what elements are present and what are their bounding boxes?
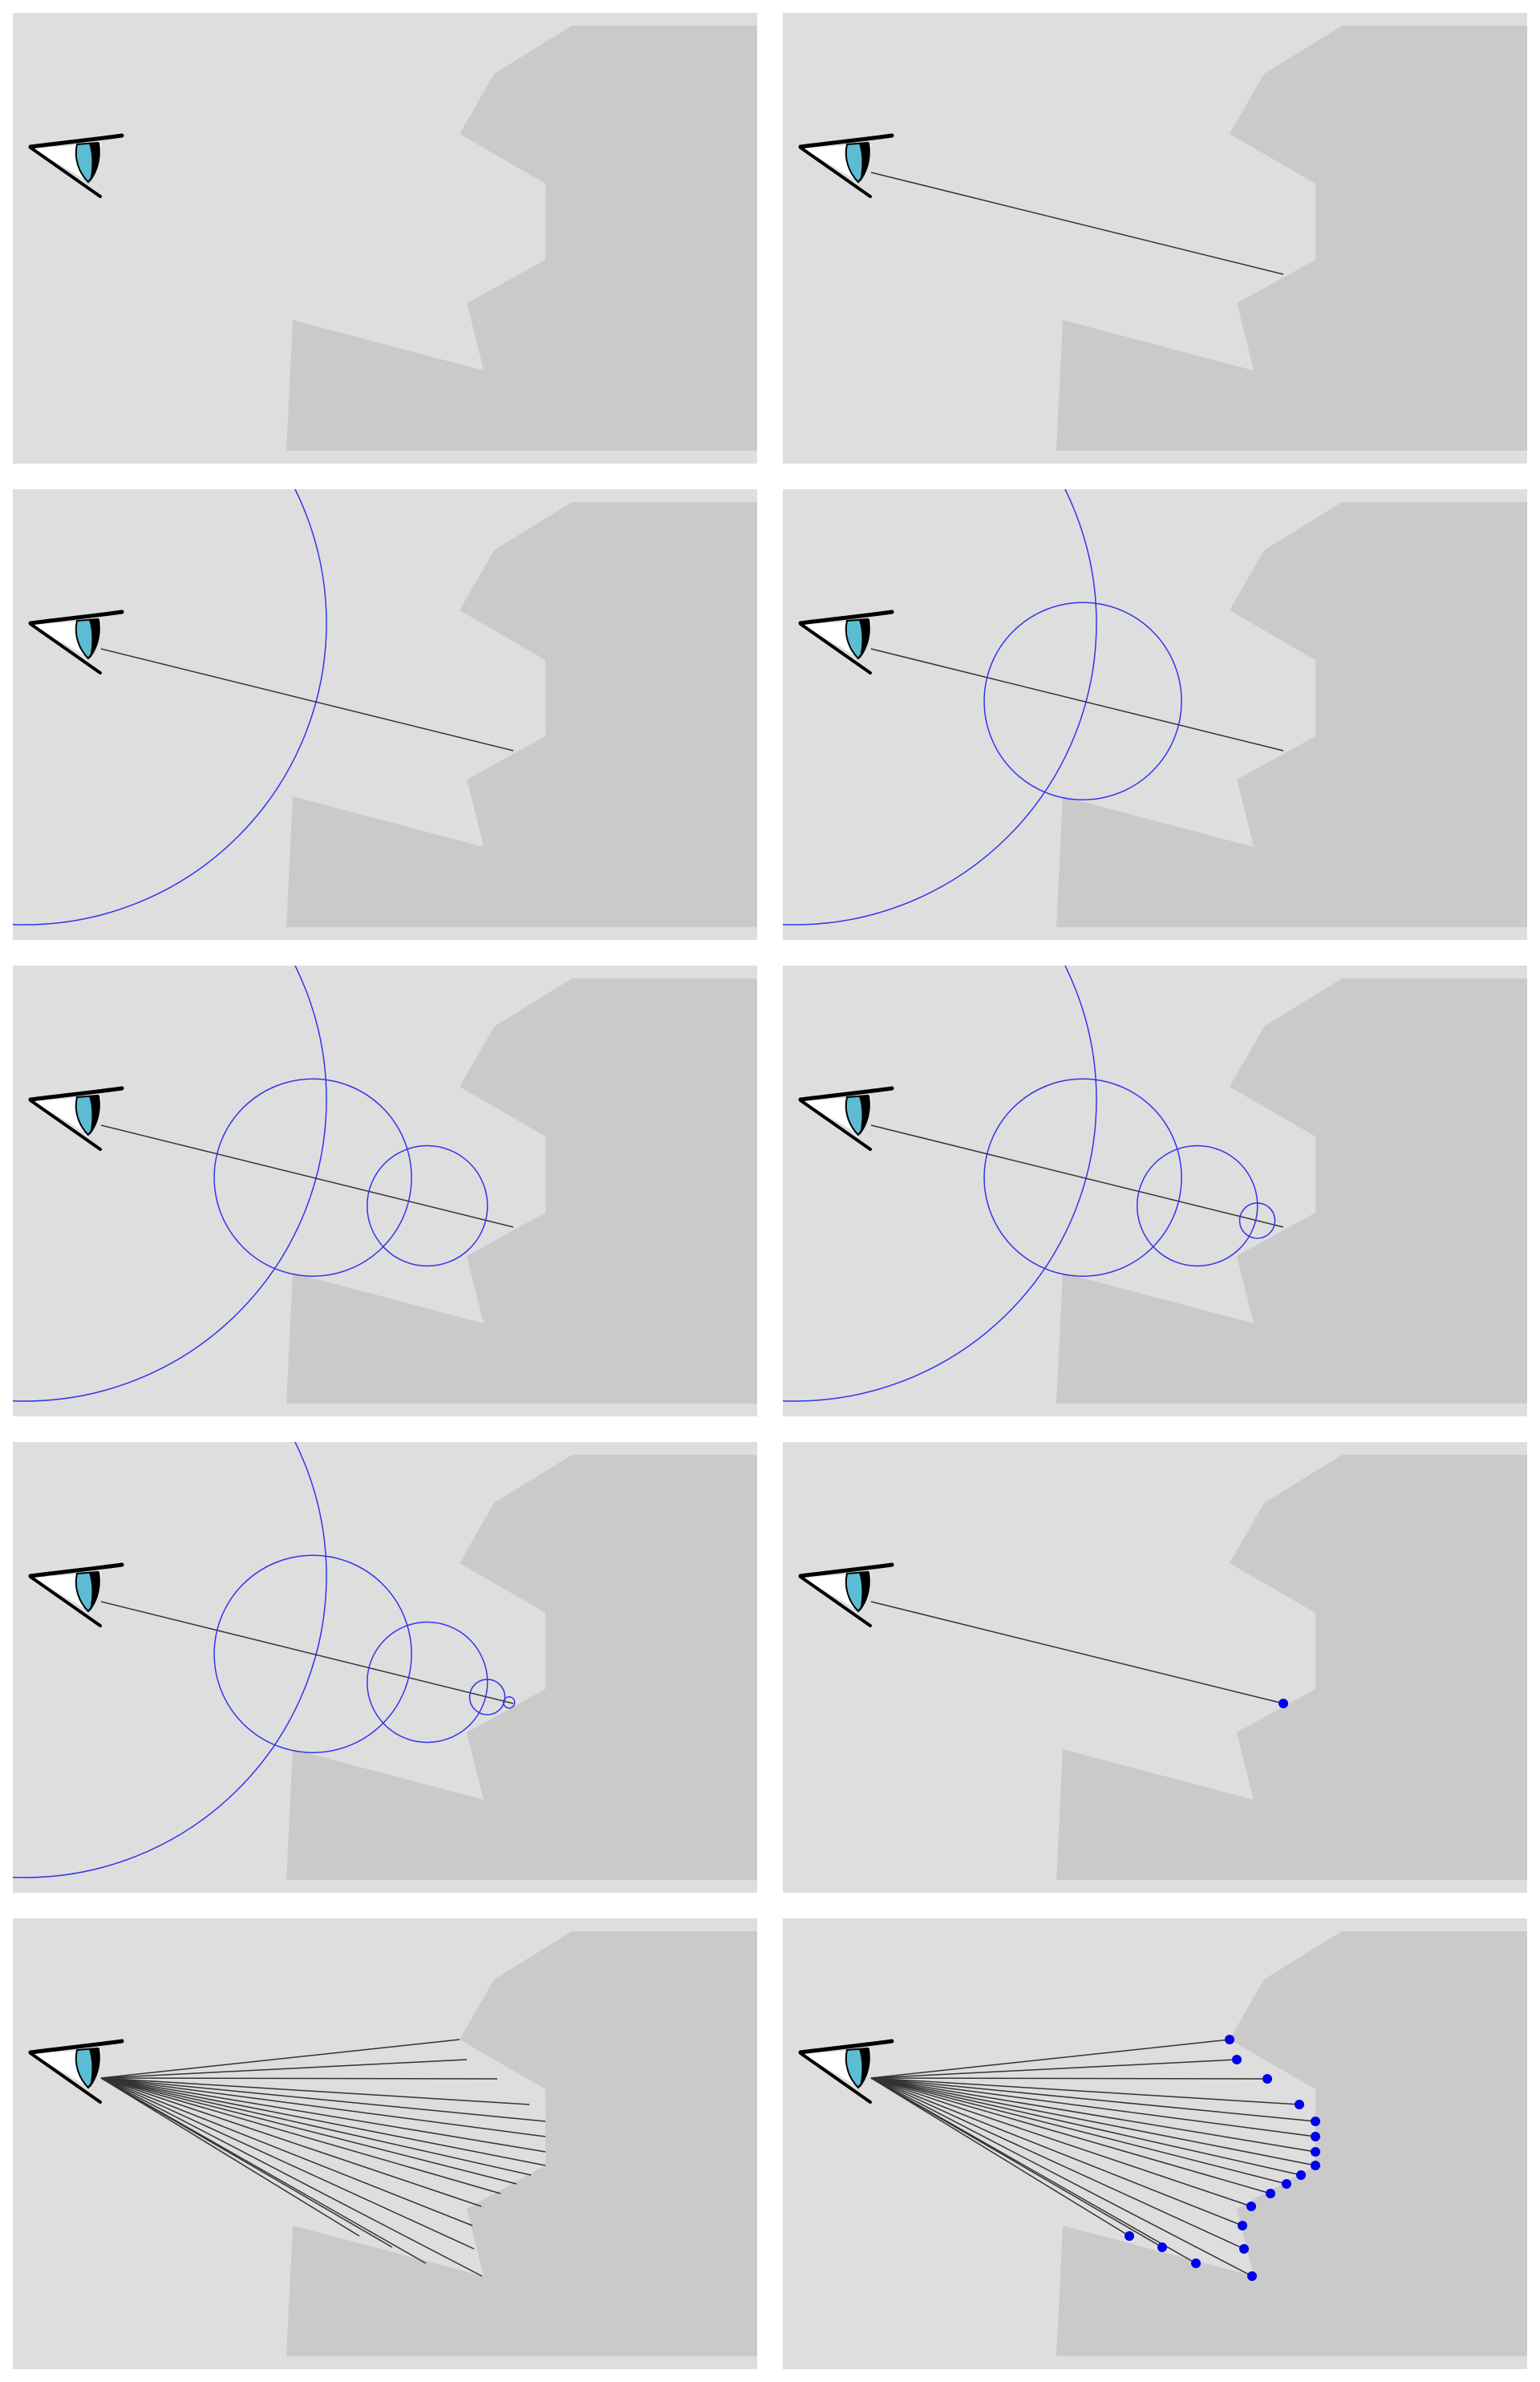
- fan-hit-point: [1295, 2100, 1304, 2109]
- fan-hit-point: [1311, 2117, 1320, 2126]
- fan-hit-point: [1247, 2271, 1257, 2281]
- fan-hit-point: [1191, 2258, 1201, 2268]
- hit-point: [1279, 1699, 1288, 1708]
- fan-hit-point: [1157, 2242, 1167, 2252]
- fan-ray: [100, 2077, 498, 2080]
- panel-step-1: [13, 13, 757, 464]
- fan-hit-point: [1311, 2147, 1320, 2157]
- panel-step-8: [783, 1442, 1527, 1893]
- fan-hit-point: [1238, 2221, 1247, 2230]
- fan-hit-point: [1311, 2132, 1320, 2141]
- fan-hit-point: [1266, 2189, 1275, 2198]
- fan-hit-point: [1296, 2170, 1306, 2180]
- panel-step-9: [13, 1918, 757, 2369]
- fan-hit-point: [1239, 2244, 1249, 2254]
- fan-ray: [870, 2077, 1268, 2080]
- fan-hit-point: [1282, 2179, 1291, 2189]
- fan-hit-point: [1232, 2055, 1242, 2064]
- ray-marching-diagram: [13, 13, 1527, 2369]
- fan-hit-point: [1225, 2035, 1234, 2044]
- fan-hit-point: [1311, 2161, 1320, 2170]
- fan-hit-point: [1262, 2074, 1272, 2084]
- panel-step-2: [783, 13, 1527, 464]
- fan-hit-point: [1125, 2231, 1134, 2241]
- fan-hit-point: [1246, 2202, 1256, 2211]
- panel-step-10: [783, 1918, 1527, 2369]
